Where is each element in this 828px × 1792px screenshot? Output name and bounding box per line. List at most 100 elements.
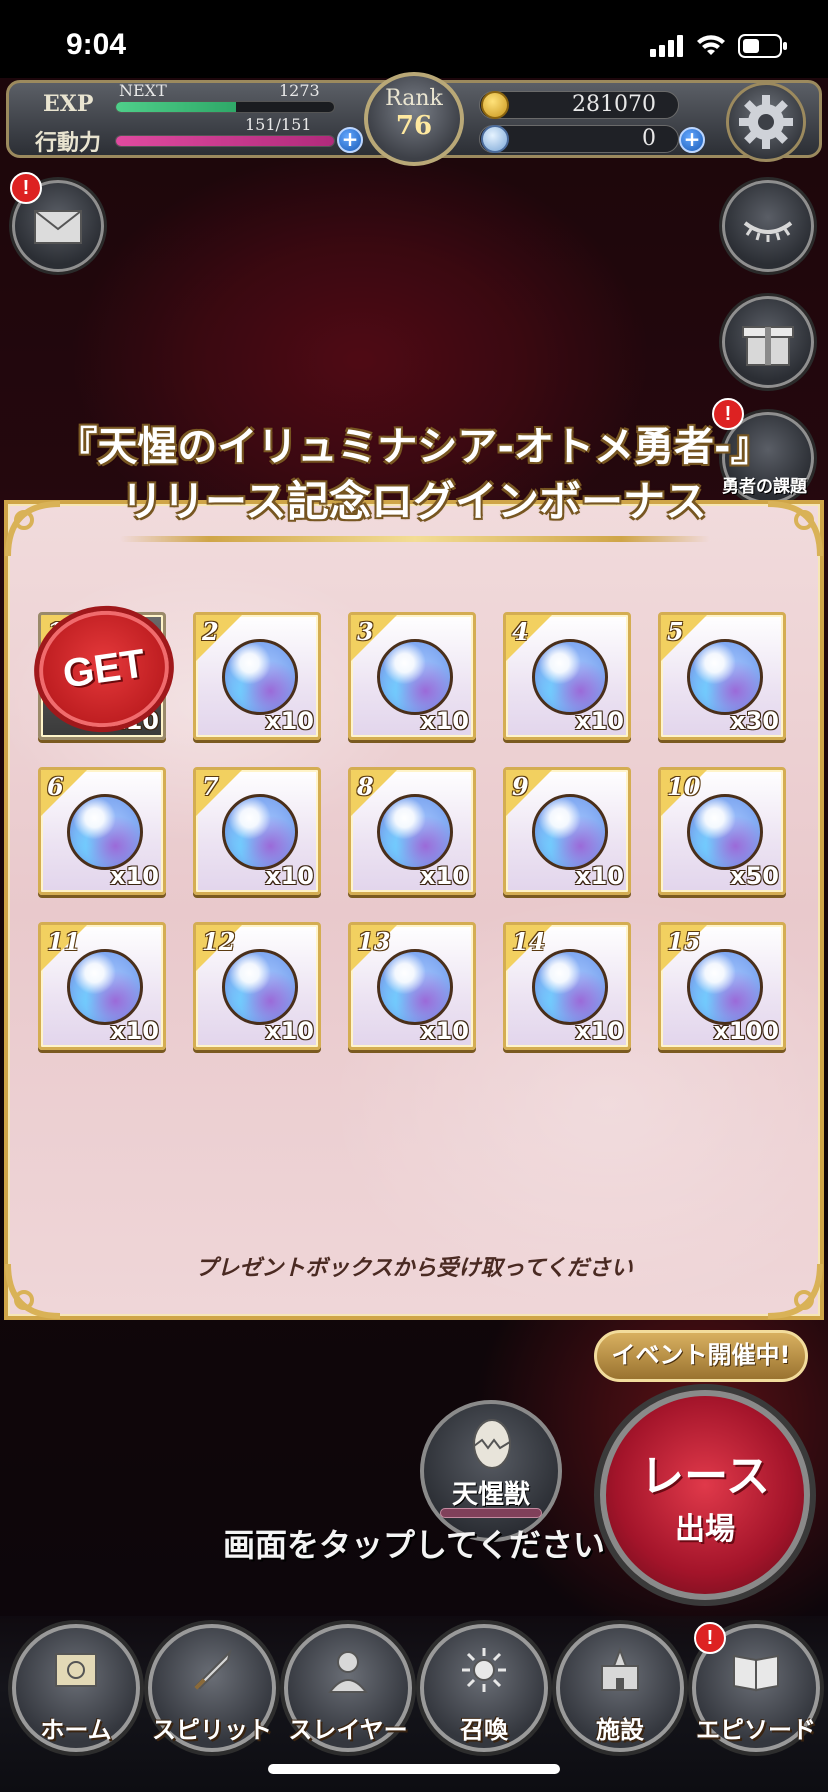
- crystal-orb-icon: [377, 794, 453, 870]
- reward-quantity: x10: [265, 1017, 314, 1045]
- crystal-orb-icon: [222, 639, 298, 715]
- hero-tasks-label: 勇者の課題: [722, 477, 807, 497]
- reward-day-number: 8: [357, 772, 374, 801]
- dialog-title-line1: 『天惺のイリュミナシア-オトメ勇者-』: [57, 424, 771, 470]
- gold-value: 281070: [479, 91, 679, 119]
- reward-cell: 2 x10: [193, 612, 321, 740]
- status-icons: [650, 34, 788, 58]
- crystal-orb-icon: [67, 794, 143, 870]
- reward-cell: 13 x10: [348, 922, 476, 1050]
- dialog-title-line2: リリース記念ログインボーナス: [121, 477, 707, 526]
- reward-day-number: 9: [512, 772, 529, 801]
- gem-value: 0: [479, 125, 679, 153]
- reward-quantity: x10: [110, 862, 159, 890]
- castle-icon: [601, 1647, 639, 1691]
- reward-day-number: 6: [47, 772, 64, 801]
- reward-cell: 10 x50: [658, 767, 786, 895]
- crystal-orb-icon: [687, 949, 763, 1025]
- stamina-bar-fill: [116, 136, 334, 146]
- wifi-icon: [697, 35, 725, 55]
- stamina-plus-button[interactable]: +: [337, 127, 363, 153]
- nav-episode-label: エピソード: [696, 1715, 816, 1744]
- status-time: 9:04: [66, 28, 127, 61]
- reward-cell: 9 x10: [503, 767, 631, 895]
- reward-day-number: 5: [667, 617, 684, 646]
- open-book-icon: [733, 1654, 779, 1692]
- reward-day-number: 4: [512, 617, 529, 646]
- gear-icon: [739, 95, 793, 149]
- exp-label: EXP: [43, 91, 94, 117]
- status-bar: 9:04: [0, 0, 828, 78]
- crystal-orb-icon: [222, 794, 298, 870]
- reward-quantity: x10: [420, 707, 469, 735]
- rank-value: 76: [395, 111, 433, 141]
- reward-cell: 6 x10: [38, 767, 166, 895]
- reward-day-number: 11: [47, 927, 81, 956]
- rank-label: Rank: [385, 86, 443, 111]
- beast-label: 天惺獣: [451, 1480, 530, 1510]
- race-label: レース: [640, 1451, 770, 1502]
- tap-prompt: 画面をタップしてください: [222, 1526, 606, 1564]
- stamina-label: 行動力: [35, 130, 102, 156]
- reward-quantity: x10: [265, 707, 314, 735]
- home-indicator: [268, 1764, 560, 1774]
- stamina-value: 151/151: [245, 115, 312, 134]
- reward-quantity: x10: [575, 707, 624, 735]
- next-label: NEXT: [119, 81, 167, 100]
- crystal-orb-icon: [222, 949, 298, 1025]
- reward-cell: 7 x10: [193, 767, 321, 895]
- reward-day-number: 2: [202, 617, 219, 646]
- reward-day-number: 10: [667, 772, 701, 801]
- title-divider: [120, 536, 710, 542]
- reward-day-number: 7: [202, 772, 219, 801]
- hide-ui-button[interactable]: [722, 180, 814, 272]
- mail-notification-badge: !: [10, 172, 42, 204]
- sun-icon: [462, 1648, 506, 1692]
- reward-cell: 15 x100: [658, 922, 786, 1050]
- nav-home-label: ホーム: [40, 1715, 112, 1744]
- reward-day-number: 14: [512, 927, 546, 956]
- present-box-notice: プレゼントボックスから受け取ってください: [195, 1256, 633, 1281]
- exp-bar: [115, 101, 335, 113]
- dialog-title: 『天惺のイリュミナシア-オトメ勇者-』 リリース記念ログインボーナス: [0, 414, 828, 526]
- reward-cell: 14 x10: [503, 922, 631, 1050]
- rank-badge: Rank 76: [364, 72, 464, 166]
- crystal-orb-icon: [687, 794, 763, 870]
- race-entry-button[interactable]: レース 出場: [600, 1390, 810, 1600]
- reward-cell: 12 x10: [193, 922, 321, 1050]
- gold-coin-icon: [481, 91, 509, 119]
- crystal-orb-icon: [532, 639, 608, 715]
- settings-button[interactable]: [726, 82, 806, 162]
- reward-quantity: x10: [420, 862, 469, 890]
- present-box-button[interactable]: [722, 296, 814, 388]
- reward-cell: 11 x10: [38, 922, 166, 1050]
- nav-spirit-label: スピリット: [152, 1715, 272, 1744]
- stamina-bar: [115, 135, 335, 147]
- reward-quantity: x10: [265, 862, 314, 890]
- beast-gauge: [440, 1508, 542, 1518]
- reward-quantity: x10: [110, 1017, 159, 1045]
- scroll-map-icon: [55, 1653, 97, 1687]
- episode-notification-badge: !: [694, 1622, 726, 1654]
- exp-bar-fill: [116, 102, 236, 112]
- reward-cell: 3 x10: [348, 612, 476, 740]
- nav-facility-label: 施設: [596, 1715, 644, 1744]
- sword-icon: [194, 1648, 232, 1690]
- nav-summon-label: 召喚: [460, 1715, 508, 1744]
- battery-icon: [738, 34, 787, 58]
- crystal-orb-icon: [377, 639, 453, 715]
- reward-quantity: x10: [420, 1017, 469, 1045]
- reward-quantity: x30: [730, 707, 779, 735]
- crystal-orb-icon: [377, 949, 453, 1025]
- person-icon: [327, 1651, 369, 1693]
- reward-cell: 5 x30: [658, 612, 786, 740]
- egg-icon: [473, 1419, 511, 1469]
- gem-plus-button[interactable]: +: [679, 127, 705, 153]
- reward-cell: 8 x10: [348, 767, 476, 895]
- reward-day-number: 12: [202, 927, 236, 956]
- crystal-orb-icon: [532, 949, 608, 1025]
- next-exp-value: 1273: [279, 81, 320, 100]
- reward-quantity: x10: [575, 862, 624, 890]
- reward-day-number: 13: [357, 927, 391, 956]
- reward-quantity: x50: [730, 862, 779, 890]
